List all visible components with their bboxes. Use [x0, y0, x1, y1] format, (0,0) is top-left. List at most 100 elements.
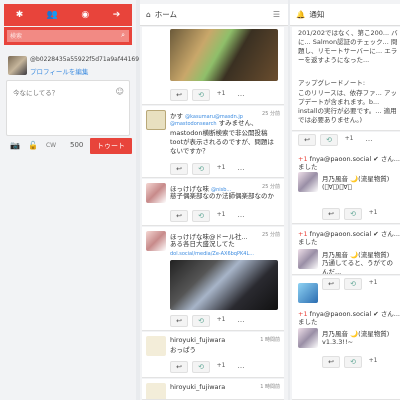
status-actions: ↩ ⟲ +1	[322, 208, 380, 220]
notification-header[interactable]: +1 fnya@paoon.social ✔ さん...	[298, 308, 400, 318]
notification-text: 201/202ではなく、第こ200... バに... Salmon認証のチェック…	[298, 29, 398, 64]
status-time[interactable]: 25 分前	[262, 231, 280, 238]
status-card: hiroyuki_fujiwara 1 時間前 おっぱう ↩ ⟲ +1 …	[142, 332, 284, 378]
column-settings-icon[interactable]: ☰	[273, 4, 280, 26]
account-panel: @b0228435a55922f5d71a9af44169 プロフィールを編集	[6, 54, 139, 76]
reply-icon[interactable]: ↩	[322, 208, 340, 220]
camera-icon[interactable]: 📷	[8, 139, 22, 153]
avatar[interactable]	[298, 172, 318, 192]
emoji-picker-icon[interactable]: ☺	[116, 87, 124, 96]
status-card: hiroyuki_fujiwara 1 時間前	[142, 379, 284, 400]
status-actions: ↩ ⟲ +1 …	[170, 315, 250, 327]
boost-icon[interactable]: ⟲	[192, 89, 210, 101]
local-timeline-icon[interactable]: 👥	[47, 10, 58, 20]
avatar[interactable]	[146, 110, 166, 130]
reply-icon[interactable]: ↩	[322, 356, 340, 368]
status-actions: ↩ ⟲ +1 …	[298, 134, 378, 146]
status-text: (ﾟ∀ﾟ)ﾟ∀ﾟ	[322, 183, 352, 191]
boost-icon[interactable]: ⟲	[344, 278, 362, 290]
avatar[interactable]	[298, 249, 318, 269]
favourite-count[interactable]: +1	[366, 356, 380, 368]
left-sidebar: ✱ 👥 ◉ ➔ ⌕ @b0228435a55922f5d71a9af44169 …	[0, 0, 139, 400]
privacy-lock-icon[interactable]: 🔓	[26, 139, 40, 153]
status-time[interactable]: 1 時間前	[260, 383, 280, 390]
account-name: @b0228435a55922f5d71a9af44169	[30, 56, 140, 63]
notifications-title: 通知	[309, 10, 325, 19]
favourite-count[interactable]: +1	[214, 163, 228, 175]
more-icon[interactable]: …	[232, 89, 250, 101]
compose-textarea[interactable]	[7, 81, 129, 135]
favourite-count[interactable]: +1	[214, 361, 228, 373]
status-actions: ↩ ⟲ +1	[322, 278, 380, 290]
notification-header[interactable]: +1 fnya@paoon.social ✔ さん...	[298, 228, 400, 238]
search-icon[interactable]: ⌕	[121, 31, 125, 40]
federated-timeline-icon[interactable]: ◉	[81, 10, 89, 20]
avatar[interactable]	[298, 283, 318, 303]
home-column-header[interactable]: ⌂ ホーム ☰	[140, 4, 288, 26]
favourite-count[interactable]: +1	[214, 315, 228, 327]
cw-button[interactable]: CW	[44, 139, 58, 153]
favourite-count[interactable]: +1	[366, 278, 380, 290]
reply-icon[interactable]: ↩	[322, 278, 340, 290]
avatar[interactable]	[146, 336, 166, 356]
status-author[interactable]: hiroyuki_fujiwara	[170, 336, 254, 344]
more-icon[interactable]: …	[232, 163, 250, 175]
status-time[interactable]: 25 分前	[262, 183, 280, 190]
status-card: かす @kasumaru@masdn.jp 25 分前 @mastodonsea…	[142, 106, 284, 178]
post-image[interactable]	[170, 29, 278, 81]
reply-icon[interactable]: ↩	[170, 315, 188, 327]
more-icon[interactable]: …	[360, 134, 378, 146]
logout-icon[interactable]: ➔	[113, 10, 121, 20]
compose-toolbar: 📷 🔓 CW 500 トゥート	[6, 138, 132, 154]
more-icon[interactable]: …	[232, 315, 250, 327]
avatar[interactable]	[146, 383, 166, 399]
status-text: ある各日大盛況してた dol.social/media/Ze-AX6bqPK4L…	[170, 240, 255, 257]
status-text: 慈子偶楽部なのか法師偶楽部なのか	[170, 192, 274, 200]
boost-icon[interactable]: ⟲	[192, 361, 210, 373]
search-bar: ⌕	[4, 27, 132, 45]
status-author[interactable]: 月乃風音 🌙(流星物質)	[322, 249, 398, 259]
avatar[interactable]	[146, 231, 166, 251]
boost-icon[interactable]: ⟲	[344, 356, 362, 368]
notifications-column-header[interactable]: 🔔 通知	[290, 4, 400, 26]
status-time[interactable]: 1 時間前	[260, 336, 280, 343]
home-icon: ⌂	[146, 10, 151, 19]
status-time[interactable]: 25 分前	[262, 110, 280, 117]
notifications-column: 🔔 通知 201/202ではなく、第こ200... バに... Salmon認証の…	[290, 0, 400, 400]
getting-started-icon[interactable]: ✱	[16, 10, 24, 20]
toot-button[interactable]: トゥート	[90, 138, 132, 154]
reply-icon[interactable]: ↩	[298, 134, 316, 146]
avatar[interactable]	[146, 183, 166, 203]
boost-icon[interactable]: ⟲	[320, 134, 338, 146]
status-author[interactable]: hiroyuki_fujiwara	[170, 383, 254, 391]
search-input[interactable]	[7, 30, 129, 42]
boost-icon[interactable]: ⟲	[192, 315, 210, 327]
reply-icon[interactable]: ↩	[170, 210, 188, 222]
more-icon[interactable]: …	[232, 361, 250, 373]
boost-icon[interactable]: ⟲	[344, 208, 362, 220]
status-actions: ↩ ⟲ +1 …	[170, 89, 250, 101]
status-author[interactable]: 月乃風音 🌙(流星物質)	[322, 328, 398, 338]
boost-icon[interactable]: ⟲	[192, 210, 210, 222]
post-image[interactable]	[170, 260, 278, 310]
avatar[interactable]	[8, 56, 27, 75]
more-icon[interactable]: …	[232, 210, 250, 222]
status-text: @mastodonsearch すみません、mastodon横断検索で非公開投稿…	[170, 119, 274, 155]
notification-text: ました	[298, 318, 318, 326]
reply-icon[interactable]: ↩	[170, 89, 188, 101]
boost-icon[interactable]: ⟲	[192, 163, 210, 175]
favourite-count[interactable]: +1	[342, 134, 356, 146]
reply-icon[interactable]: ↩	[170, 361, 188, 373]
favourite-count[interactable]: +1	[214, 210, 228, 222]
notification-card: ↩ ⟲ +1 +1 fnya@paoon.social ✔ さん... ました …	[292, 276, 400, 400]
favourite-count[interactable]: +1	[214, 89, 228, 101]
edit-profile-link[interactable]: プロフィールを編集	[30, 66, 88, 76]
status-author[interactable]: 月乃風音 🌙(流星物質)	[322, 173, 398, 183]
favourite-count[interactable]: +1	[366, 208, 380, 220]
release-title: アップグレードノート:	[298, 79, 366, 87]
status-actions: ↩ ⟲ +1 …	[170, 210, 250, 222]
avatar[interactable]	[298, 328, 318, 348]
status-text: 乃通してると、うがてのんだ...	[322, 259, 394, 275]
reply-icon[interactable]: ↩	[170, 163, 188, 175]
notification-header[interactable]: +1 fnya@paoon.social ✔ さん...	[298, 153, 400, 163]
